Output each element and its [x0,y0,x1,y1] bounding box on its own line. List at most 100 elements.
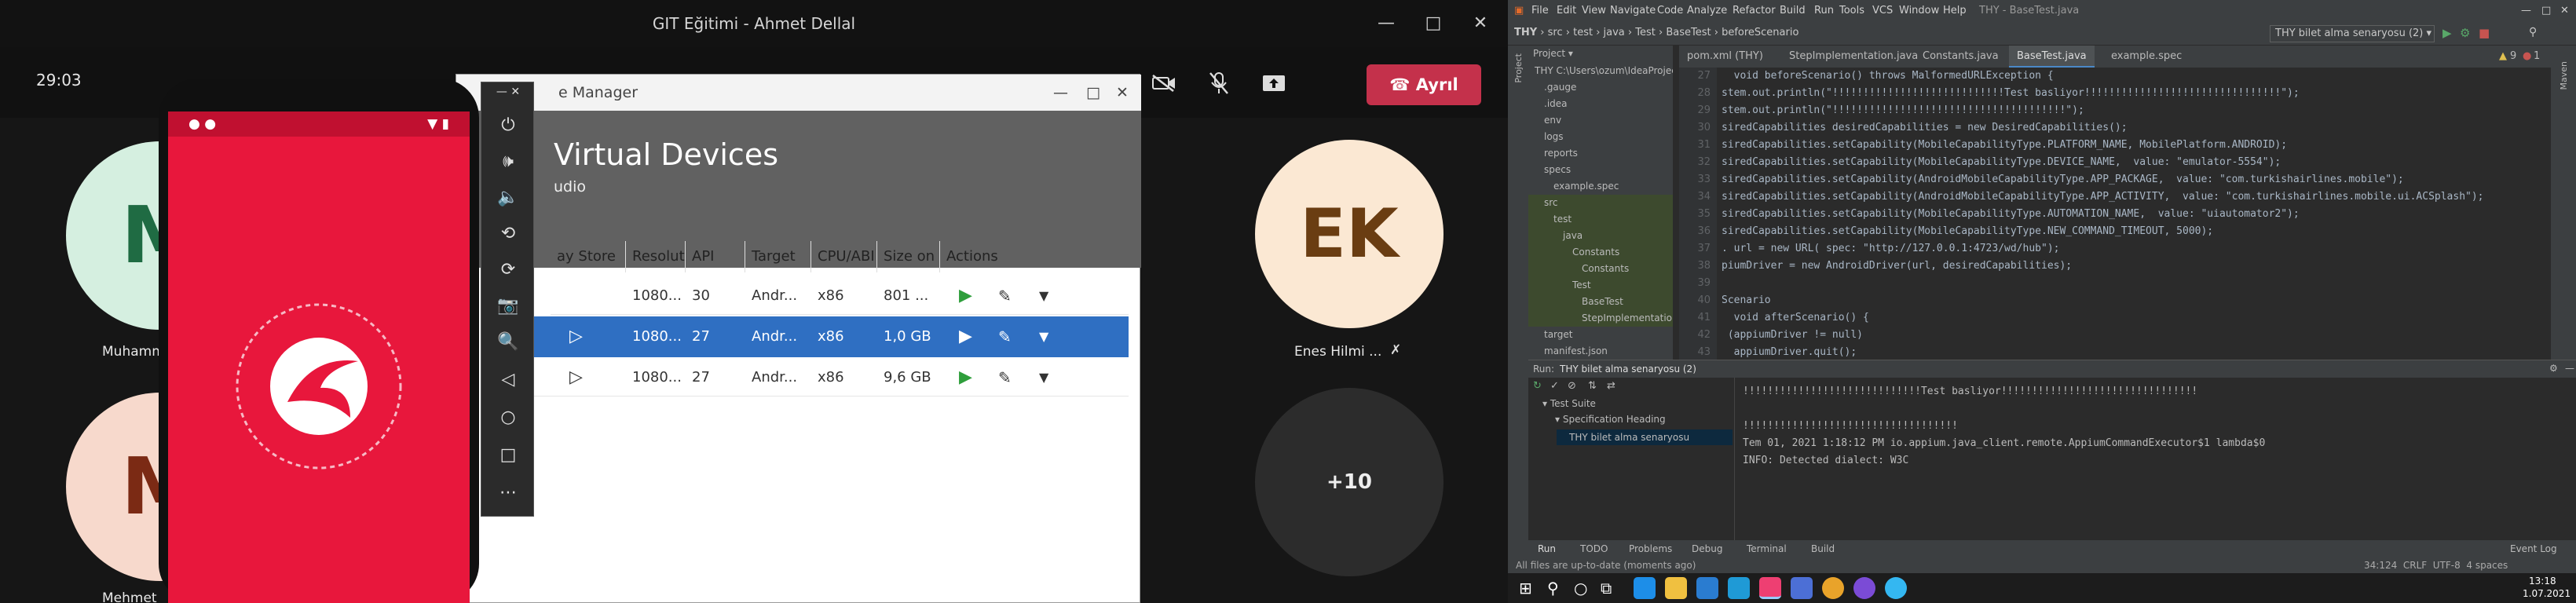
tool-tab-todo[interactable]: TODO [1580,543,1608,554]
run-icon[interactable]: ▶ [2442,26,2452,40]
run-config-select[interactable]: THY bilet alma senaryosu (2) ▾ [2270,25,2435,42]
launch-icon[interactable]: ▶ [953,359,976,397]
more-participants-badge[interactable]: +10 [1255,388,1444,576]
chevron-down-icon[interactable]: ▼ [1033,277,1056,315]
menu-help[interactable]: Help [1943,5,1967,16]
breadcrumb-item[interactable]: test [1573,27,1593,38]
menu-build[interactable]: Build [1780,5,1806,16]
maximize-icon[interactable]: □ [2541,5,2551,16]
table-row[interactable]: 1080... 30 Andr... x86 801 ... ▶ ✎ ▼ [551,277,1129,315]
maven-tool-tab[interactable]: Maven [2559,61,2569,90]
error-icon[interactable]: ● [2523,50,2531,62]
project-tree-item[interactable]: env [1528,112,1673,129]
editor-tab[interactable]: Constants.java [1915,46,2007,68]
project-tree-item[interactable]: Constants [1528,244,1673,261]
menu-refactor[interactable]: Refactor [1733,5,1776,16]
camera-icon[interactable]: 📷 [481,296,535,316]
file-explorer-icon[interactable] [1665,577,1687,599]
more-icon[interactable]: ⋯ [481,483,535,502]
menu-code[interactable]: Code [1657,5,1683,16]
debug-icon[interactable]: ⚙ [2460,26,2470,40]
close-icon[interactable]: ✕ [1116,75,1129,111]
project-tree-item[interactable]: target [1528,327,1673,343]
project-tree-item[interactable]: Test [1528,277,1673,294]
project-view-select[interactable]: Project [1533,48,1565,59]
editor-tab[interactable]: example.spec [2103,46,2190,68]
breadcrumb-item[interactable]: beforeScenario [1722,27,1798,38]
breadcrumb-item[interactable]: Test [1635,27,1656,38]
tool-tab-build[interactable]: Build [1811,543,1835,554]
project-tool-tab[interactable]: Project [1513,53,1524,83]
clock-time[interactable]: 13:18 [2529,576,2556,587]
column-header[interactable]: ay Store [551,241,626,272]
show-passed-icon[interactable]: ✓ [1550,380,1559,392]
warning-icon[interactable]: ▲ [2499,50,2507,62]
column-header[interactable]: Actions [940,241,1129,272]
phone-screen[interactable]: ● ● ▼ ▮ [168,111,470,603]
project-tree-item[interactable]: .idea [1528,96,1673,112]
windows-start-icon[interactable]: ⊞ [1519,579,1532,598]
minimize-icon[interactable]: — [2521,5,2531,16]
edge-icon[interactable] [1634,577,1656,599]
editor-tab[interactable]: pom.xml (THY) [1679,46,1771,68]
search-icon[interactable]: ⚲ [2529,26,2537,38]
cortana-icon[interactable]: ○ [1574,579,1587,598]
zoom-icon[interactable]: 🔍 [481,332,535,352]
rerun-icon[interactable]: ↻ [1533,380,1542,392]
edit-icon[interactable]: ✎ [992,277,1015,315]
project-tree-item[interactable]: StepImplementation [1528,310,1673,327]
launch-icon[interactable]: ▶ [953,318,976,356]
share-screen-icon[interactable] [1252,61,1296,105]
edit-icon[interactable]: ✎ [992,318,1015,356]
column-header[interactable]: Resoluti... [626,241,686,272]
home-icon[interactable]: ○ [481,407,535,427]
chevron-down-icon[interactable]: ▼ [1033,318,1056,356]
run-tab[interactable]: THY bilet alma senaryosu (2) [1560,364,1696,375]
menu-view[interactable]: View [1582,5,1606,16]
whatsapp-icon[interactable] [1885,577,1907,599]
search-icon[interactable]: ⚲ [1547,579,1559,598]
table-row[interactable]: ▷ 1080... 27 Andr... x86 1,0 GB ▶ ✎ ▼ [488,316,1129,357]
expand-icon[interactable]: ⇄ [1607,380,1615,392]
project-tree-item[interactable]: example.spec [1528,178,1673,195]
project-tree-item[interactable]: BaseTest [1528,294,1673,310]
rotate-left-icon[interactable]: ⟲ [481,224,535,243]
edit-icon[interactable]: ✎ [992,359,1015,397]
volume-down-icon[interactable]: 🔈 [481,188,535,207]
column-header[interactable]: Size on ... [877,241,940,272]
menu-analyze[interactable]: Analyze [1687,5,1727,16]
project-tree-item[interactable]: src [1528,195,1673,211]
menu-file[interactable]: File [1531,5,1549,16]
show-ignored-icon[interactable]: ⊘ [1568,380,1576,392]
task-view-icon[interactable]: ⧉ [1601,579,1612,598]
chevron-down-icon[interactable]: ▼ [1033,359,1056,397]
project-tree-item[interactable]: .gauge [1528,79,1673,96]
minimize-icon[interactable]: — ✕ [481,86,535,98]
launch-icon[interactable]: ▶ [953,277,976,315]
camera-off-icon[interactable] [1142,61,1186,105]
minimize-icon[interactable]: — [1367,0,1406,47]
rotate-right-icon[interactable]: ⟳ [481,260,535,280]
console-output[interactable]: !!!!!!!!!!!!!!!!!!!!!!!!!!!!!Test basliy… [1734,378,2576,541]
hide-panel-icon[interactable]: — [2565,363,2574,374]
breadcrumb-item[interactable]: BaseTest [1666,27,1711,38]
mic-muted-icon[interactable] [1197,61,1241,105]
column-header[interactable]: Target [745,241,811,272]
maximize-icon[interactable]: □ [1086,75,1100,111]
event-log-tab[interactable]: Event Log [2510,543,2557,554]
project-tree-item[interactable]: logs [1528,129,1673,145]
menu-vcs[interactable]: VCS [1872,5,1893,16]
menu-tools[interactable]: Tools [1839,5,1864,16]
teams-icon[interactable] [1791,577,1813,599]
breadcrumb-item[interactable]: src [1548,27,1563,38]
test-tree-item[interactable]: ▾ Specification Heading [1555,414,1666,425]
menu-run[interactable]: Run [1814,5,1834,16]
project-tree-item[interactable]: Constants [1528,261,1673,277]
project-tree-item[interactable]: reports [1528,145,1673,162]
menu-window[interactable]: Window [1899,5,1939,16]
clock-date[interactable]: 1.07.2021 [2523,588,2571,599]
test-tree-item[interactable]: ▾ Test Suite [1542,398,1596,409]
status-info[interactable]: 34:124 CRLF UTF-8 4 spaces [2364,560,2508,571]
app-icon[interactable] [1728,577,1750,599]
stop-icon[interactable]: ■ [2479,26,2490,40]
